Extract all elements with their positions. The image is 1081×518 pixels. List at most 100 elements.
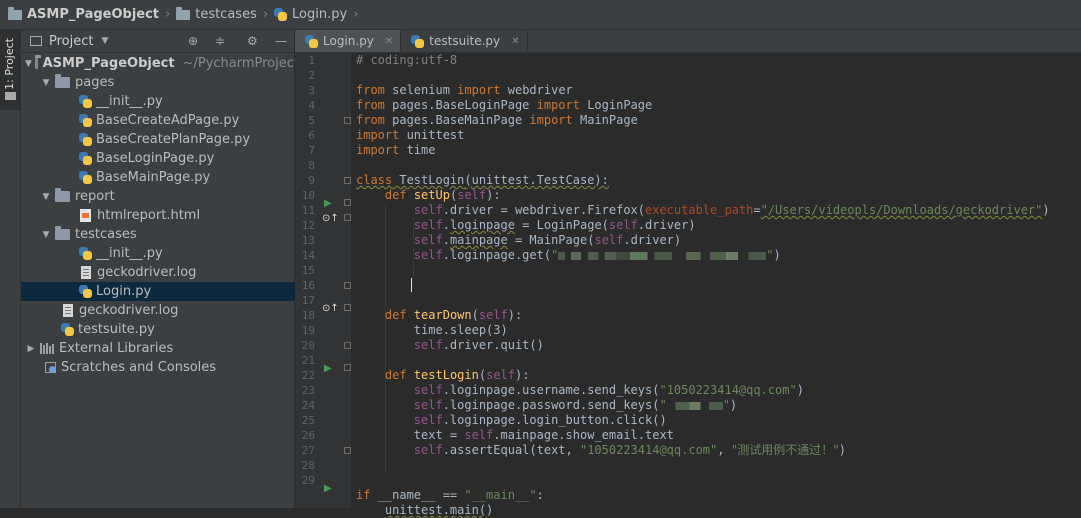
fold-marker-icon[interactable] (344, 364, 351, 371)
line-number: 24 (301, 399, 315, 412)
line-number: 17 (301, 294, 315, 307)
code-line-7: import time (356, 143, 436, 157)
override-icon[interactable]: ⊙↑ (322, 211, 339, 226)
run-arrow-icon[interactable]: ▶ (324, 361, 332, 376)
code-line-20: def testLogin(self): (384, 368, 530, 382)
line-number: 4 (308, 99, 315, 112)
line-number: 21 (301, 354, 315, 367)
fold-marker-icon[interactable] (344, 304, 351, 311)
code-line-24: text = self.mainpage.show_email.text (413, 428, 674, 442)
left-tool-strip: 1: Project (0, 30, 21, 508)
gear-icon[interactable]: ⚙ (247, 34, 258, 48)
library-icon (40, 343, 55, 354)
log-file-icon (81, 266, 91, 279)
code-area[interactable]: # coding:utf-8 from selenium import webd… (351, 53, 1081, 517)
locate-file-icon[interactable]: ⊕ (188, 34, 198, 48)
line-number: 13 (301, 234, 315, 247)
expand-arrow-icon[interactable]: ▶ (25, 344, 37, 354)
line-number: 11 (301, 204, 315, 217)
override-icon[interactable]: ⊙↑ (322, 301, 339, 316)
python-file-icon (79, 285, 92, 298)
expand-arrow-icon[interactable]: ▼ (40, 230, 52, 240)
breadcrumb-project[interactable]: ASMP_PageObject (8, 6, 159, 22)
breadcrumb-separator: › (353, 7, 359, 22)
collapse-all-icon[interactable]: ≑ (215, 34, 225, 48)
code-line-16: def tearDown(self): (384, 308, 523, 322)
run-arrow-icon[interactable]: ▶ (324, 481, 332, 496)
fold-marker-icon[interactable] (344, 117, 351, 124)
code-line-9: class TestLogin(unittest.TestCase): (356, 173, 609, 187)
line-number: 25 (301, 414, 315, 427)
folder-icon (55, 226, 70, 240)
code-line-10: def setUp(self): (384, 188, 501, 202)
html-file-icon (80, 209, 91, 222)
expand-arrow-icon[interactable]: ▼ (40, 78, 52, 88)
line-number: 18 (301, 309, 315, 322)
tree-item-report[interactable]: ▼ report (21, 187, 314, 206)
code-line-17: time.sleep(3) (413, 323, 508, 337)
fold-marker-icon[interactable] (344, 342, 351, 349)
line-number: 1 (308, 54, 315, 67)
fold-marker-icon[interactable] (344, 177, 351, 184)
project-panel-header: Project ▼ ⊕ ≑ ⚙ — (21, 30, 294, 53)
tree-item-scratches[interactable]: Scratches and Consoles (21, 358, 318, 377)
line-number: 15 (301, 264, 315, 277)
folder-icon (55, 188, 70, 202)
text-caret (411, 278, 412, 292)
code-line-23: self.loginpage.login_button.click() (413, 413, 667, 427)
project-panel: Project ▼ ⊕ ≑ ⚙ — ▼ ASMP_PageObject ~/Py… (21, 30, 353, 508)
close-icon[interactable]: ✕ (511, 36, 519, 47)
tab-testsuite[interactable]: testsuite.py ✕ (401, 30, 528, 52)
code-line-25: self.assertEqual(text, "1050223414@qq.co… (413, 443, 846, 457)
expand-arrow-icon[interactable]: ▼ (40, 192, 52, 202)
python-file-icon (305, 34, 318, 48)
hide-panel-icon[interactable]: — (275, 34, 287, 48)
breadcrumb-separator: › (165, 7, 171, 22)
line-number: 9 (308, 174, 315, 187)
folder-icon (8, 6, 22, 20)
project-tool-button[interactable]: 1: Project (0, 30, 20, 110)
tree-item-geckodriver-log[interactable]: geckodriver.log (21, 301, 337, 320)
code-line-11: self.driver = webdriver.Firefox(executab… (413, 203, 1050, 217)
code-line-13: self.mainpage = MainPage(self.driver) (413, 233, 682, 247)
navigation-bar: ASMP_PageObject › testcases › Login.py › (0, 0, 1081, 30)
code-line-29: unittest.main() (384, 503, 494, 517)
line-number: 19 (301, 324, 315, 337)
tree-item-external-libraries[interactable]: ▶ External Libraries (21, 339, 299, 358)
folder-icon (55, 74, 70, 88)
breadcrumb-file[interactable]: Login.py (274, 7, 347, 22)
tree-item-root[interactable]: ▼ ASMP_PageObject ~/PycharmProject (21, 54, 299, 73)
tab-login[interactable]: Login.py ✕ (295, 30, 402, 52)
code-line-5: from pages.BaseMainPage import MainPage (356, 113, 638, 127)
run-arrow-icon[interactable]: ▶ (324, 196, 332, 211)
code-line-22: self.loginpage.password.send_keys(" ") (413, 398, 738, 412)
expand-arrow-icon[interactable]: ▼ (25, 59, 32, 69)
line-number: 2 (308, 69, 315, 82)
python-file-icon (79, 95, 92, 108)
python-file-icon (79, 114, 92, 127)
fold-marker-icon[interactable] (344, 447, 351, 454)
close-icon[interactable]: ✕ (385, 36, 393, 47)
fold-marker-icon[interactable] (344, 199, 351, 206)
line-number: 23 (301, 384, 315, 397)
python-file-icon (79, 152, 92, 165)
fold-marker-icon[interactable] (344, 282, 351, 289)
folder-icon (176, 6, 191, 20)
fold-marker-icon[interactable] (344, 214, 351, 221)
code-line-1: # coding:utf-8 (356, 53, 458, 67)
code-line-28: if __name__ == "__main__": (356, 488, 544, 502)
line-number: 14 (301, 249, 315, 262)
code-line-14: self.loginpage.get(" ") (413, 248, 781, 262)
breadcrumb-folder[interactable]: testcases (176, 6, 257, 22)
tree-item-testcases[interactable]: ▼ testcases (21, 225, 314, 244)
code-line-4: from pages.BaseLoginPage import LoginPag… (356, 98, 653, 112)
redacted-url (616, 251, 687, 260)
python-file-icon (79, 133, 92, 146)
chevron-down-icon[interactable]: ▼ (101, 36, 108, 46)
code-line-12: self.loginpage = LoginPage(self.driver) (413, 218, 696, 232)
scratches-icon (44, 361, 57, 374)
tree-item-testsuite[interactable]: testsuite.py (21, 320, 335, 339)
tree-item-pages[interactable]: ▼ pages (21, 73, 314, 92)
project-view-selector[interactable]: Project (49, 34, 93, 49)
editor-gutter: 1 2 3 4 5 6 7 8 9 10 11 12 13 14 15 16 17 18 19 20 21 22 23 24 2… (295, 53, 351, 508)
